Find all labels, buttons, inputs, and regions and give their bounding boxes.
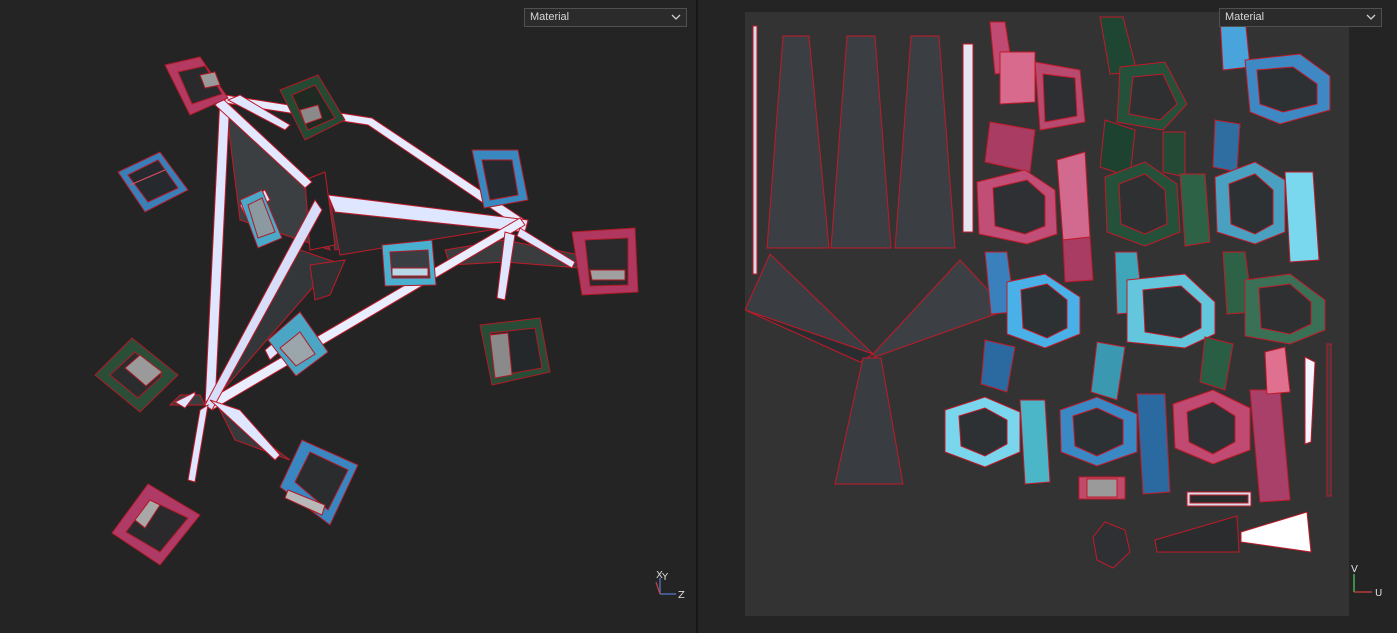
truss-beam	[204, 96, 231, 406]
seat-green	[479, 317, 551, 386]
uv-island-panel	[834, 357, 904, 485]
truss-beam	[187, 403, 209, 483]
uv-island-strip	[962, 43, 974, 233]
uv-island-seat-cyan	[1090, 251, 1216, 401]
chevron-down-icon	[1366, 14, 1376, 20]
truss-beam	[209, 399, 281, 461]
uv-island-seat-green	[1104, 161, 1211, 247]
uv-islands[interactable]	[744, 12, 1349, 616]
uv-island-small	[1326, 343, 1332, 497]
shading-mode-dropdown[interactable]: Material	[1219, 8, 1382, 27]
chevron-down-icon	[671, 14, 681, 20]
seat-blue	[279, 439, 359, 526]
uv-island-small	[1304, 356, 1316, 445]
shading-mode-value: Material	[1225, 11, 1265, 23]
uv-island-seat-green	[1099, 16, 1188, 178]
shading-mode-dropdown[interactable]: Material	[524, 8, 687, 27]
uv-island-strip	[830, 35, 892, 249]
shading-mode-value: Material	[530, 11, 570, 23]
axis-u-label: U	[1375, 588, 1382, 598]
uv-island-seat-pink	[1172, 346, 1291, 503]
seat-blue	[117, 151, 189, 213]
uv-island-small	[1086, 478, 1118, 498]
uv-axis-gizmo: V U	[1351, 564, 1382, 598]
uv-editor-app: Material X Y Z Material V U	[0, 0, 1397, 633]
uv-island-seat-cyan	[1214, 161, 1320, 263]
3d-viewport[interactable]: Material X Y Z	[0, 0, 696, 633]
uv-island-strip	[766, 35, 830, 249]
uv-viewport[interactable]: Material V U	[698, 0, 1397, 633]
seat-green	[94, 337, 179, 413]
central-panel	[309, 259, 346, 301]
seat-cyan	[381, 239, 437, 287]
uv-island-small	[1189, 494, 1249, 504]
uv-island-seat-cyan	[944, 396, 1051, 485]
axis-y-label: Y	[661, 572, 669, 583]
uv-island-seat-pink	[984, 21, 1086, 173]
3d-scene[interactable]	[0, 0, 696, 633]
axis-v-label: V	[1351, 564, 1358, 575]
axis-z-label: Z	[678, 590, 685, 601]
xyz-axis-gizmo: X Y Z	[655, 570, 685, 601]
uv-canvas[interactable]	[744, 12, 1349, 616]
uv-island-small	[1154, 515, 1240, 553]
uv-island-seat-blue	[1212, 16, 1331, 173]
seat-pink	[111, 483, 201, 566]
uv-island-strip	[752, 25, 758, 275]
uv-island-small	[1092, 521, 1131, 569]
seat-pink	[571, 227, 639, 296]
uv-island-small	[1240, 511, 1312, 553]
uv-island-strip	[894, 35, 956, 249]
seat-green	[279, 74, 346, 141]
